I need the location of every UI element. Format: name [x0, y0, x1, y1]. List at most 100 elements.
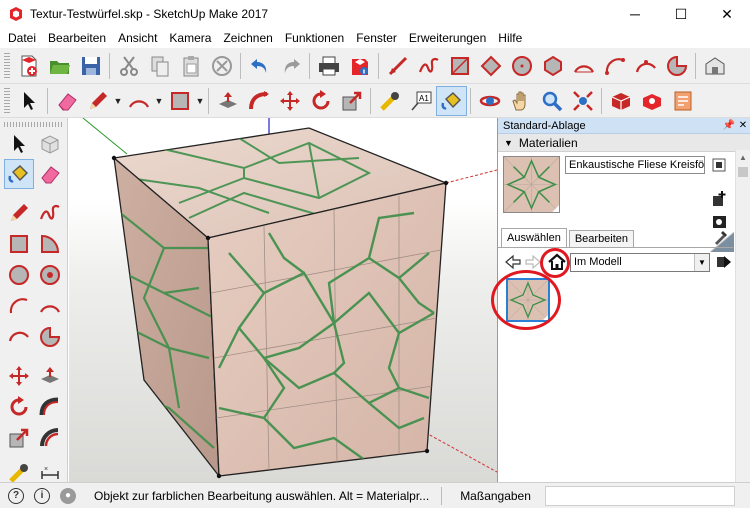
- maximize-button[interactable]: ☐: [658, 0, 704, 28]
- line-tool-button[interactable]: [382, 51, 413, 81]
- move-tool-button[interactable]: [274, 86, 305, 116]
- cube-scene[interactable]: [69, 118, 497, 482]
- display-secondary-icon[interactable]: [710, 156, 728, 174]
- left-freehand-button[interactable]: [35, 198, 65, 228]
- left-offset-button[interactable]: [35, 423, 65, 453]
- pan-button[interactable]: [505, 86, 536, 116]
- follow-me-button[interactable]: [243, 86, 274, 116]
- rotate-tool-button[interactable]: [305, 86, 336, 116]
- material-name-field[interactable]: Enkaustische Fliese Kreisförmig: [565, 156, 705, 174]
- left-rectangle-button[interactable]: [4, 229, 34, 259]
- geo-location-icon[interactable]: ?: [8, 487, 24, 504]
- shape-group-button[interactable]: [164, 86, 195, 116]
- collection-select[interactable]: Im Modell ▼: [570, 253, 710, 272]
- select-tool-button[interactable]: [13, 86, 44, 116]
- left-rotated-rectangle-button[interactable]: [35, 229, 65, 259]
- measurements-input[interactable]: [544, 485, 735, 506]
- toolbar-grip[interactable]: [4, 52, 10, 79]
- copy-button[interactable]: [144, 51, 175, 81]
- menu-erweiterungen[interactable]: Erweiterungen: [403, 28, 492, 48]
- menu-zeichnen[interactable]: Zeichnen: [217, 28, 278, 48]
- left-rotate-button[interactable]: [4, 392, 34, 422]
- sample-paint-dropper-icon[interactable]: [712, 228, 730, 246]
- left-three-point-arc-button[interactable]: [4, 322, 34, 352]
- new-file-button[interactable]: [13, 51, 44, 81]
- rectangle-tool-button[interactable]: [444, 51, 475, 81]
- materials-section-header[interactable]: ▼ Materialien: [498, 134, 750, 152]
- back-arrow-icon[interactable]: [504, 253, 522, 271]
- scale-tool-button[interactable]: [336, 86, 367, 116]
- left-paint-bucket-button[interactable]: [4, 159, 34, 189]
- arc-group-button[interactable]: [123, 86, 154, 116]
- components-button[interactable]: [605, 86, 636, 116]
- menu-ansicht[interactable]: Ansicht: [112, 28, 163, 48]
- tray-close-icon[interactable]: ✕: [736, 118, 750, 134]
- paint-bucket-button[interactable]: [436, 85, 467, 116]
- minimize-button[interactable]: ─: [612, 0, 658, 28]
- tab-bearbeiten[interactable]: Bearbeiten: [568, 230, 635, 248]
- menu-kamera[interactable]: Kamera: [163, 28, 217, 48]
- left-polygon-button[interactable]: [35, 260, 65, 290]
- create-material-icon[interactable]: [710, 190, 728, 208]
- model-info-button[interactable]: [344, 51, 375, 81]
- undo-button[interactable]: [244, 51, 275, 81]
- left-eraser-button[interactable]: [35, 159, 65, 189]
- layout-button[interactable]: [667, 86, 698, 116]
- print-button[interactable]: [313, 51, 344, 81]
- menu-bearbeiten[interactable]: Bearbeiten: [42, 28, 112, 48]
- redo-button[interactable]: [275, 51, 306, 81]
- pie-tool-button[interactable]: [661, 51, 692, 81]
- pencil-tool-button[interactable]: [82, 86, 113, 116]
- scroll-thumb[interactable]: [738, 167, 748, 177]
- two-point-arc-button[interactable]: [599, 51, 630, 81]
- menu-funktionen[interactable]: Funktionen: [279, 28, 350, 48]
- menu-datei[interactable]: Datei: [2, 28, 42, 48]
- tape-measure-button[interactable]: [374, 86, 405, 116]
- left-arc-button[interactable]: [4, 291, 34, 321]
- pencil-dropdown[interactable]: ▼: [113, 86, 123, 116]
- paste-button[interactable]: [175, 51, 206, 81]
- left-pie-button[interactable]: [35, 322, 65, 352]
- material-preview[interactable]: [503, 156, 560, 213]
- model-viewport[interactable]: [69, 118, 497, 482]
- left-push-pull-button[interactable]: [35, 361, 65, 391]
- three-point-arc-button[interactable]: [630, 51, 661, 81]
- shape-dropdown[interactable]: ▼: [195, 86, 205, 116]
- warehouse-button[interactable]: [699, 51, 730, 81]
- circle-tool-button[interactable]: [506, 51, 537, 81]
- push-pull-button[interactable]: [212, 86, 243, 116]
- tab-auswaehlen[interactable]: Auswählen: [501, 228, 567, 248]
- extension-warehouse-button[interactable]: [636, 86, 667, 116]
- menu-fenster[interactable]: Fenster: [350, 28, 403, 48]
- left-toolbar-grip[interactable]: [4, 122, 64, 127]
- left-follow-me-button[interactable]: [35, 392, 65, 422]
- left-move-button[interactable]: [4, 361, 34, 391]
- freehand-tool-button[interactable]: [413, 51, 444, 81]
- scroll-up-icon[interactable]: ▲: [736, 150, 750, 165]
- tray-scrollbar[interactable]: ▲: [735, 150, 750, 482]
- left-two-point-arc-button[interactable]: [35, 291, 65, 321]
- delete-button[interactable]: [206, 51, 237, 81]
- toolbar-grip-2[interactable]: [4, 87, 10, 114]
- details-arrow-icon[interactable]: [716, 253, 732, 271]
- tray-pin-icon[interactable]: 📌: [722, 118, 736, 134]
- orbit-button[interactable]: [474, 86, 505, 116]
- text-tool-button[interactable]: A1: [405, 86, 436, 116]
- left-select-button[interactable]: [4, 129, 34, 159]
- left-scale-button[interactable]: [4, 423, 34, 453]
- left-make-component-button[interactable]: [35, 129, 65, 159]
- zoom-extents-button[interactable]: [567, 86, 598, 116]
- open-button[interactable]: [44, 51, 75, 81]
- cut-button[interactable]: [113, 51, 144, 81]
- close-button[interactable]: ✕: [704, 0, 750, 28]
- user-account-icon[interactable]: ●: [60, 487, 76, 504]
- credits-info-icon[interactable]: i: [34, 487, 50, 504]
- arc-dropdown[interactable]: ▼: [154, 86, 164, 116]
- polygon-tool-button[interactable]: [537, 51, 568, 81]
- rotated-rectangle-button[interactable]: [475, 51, 506, 81]
- left-circle-button[interactable]: [4, 260, 34, 290]
- left-line-button[interactable]: [4, 198, 34, 228]
- arc-tool-button[interactable]: [568, 51, 599, 81]
- zoom-button[interactable]: [536, 86, 567, 116]
- eraser-tool-button[interactable]: [51, 86, 82, 116]
